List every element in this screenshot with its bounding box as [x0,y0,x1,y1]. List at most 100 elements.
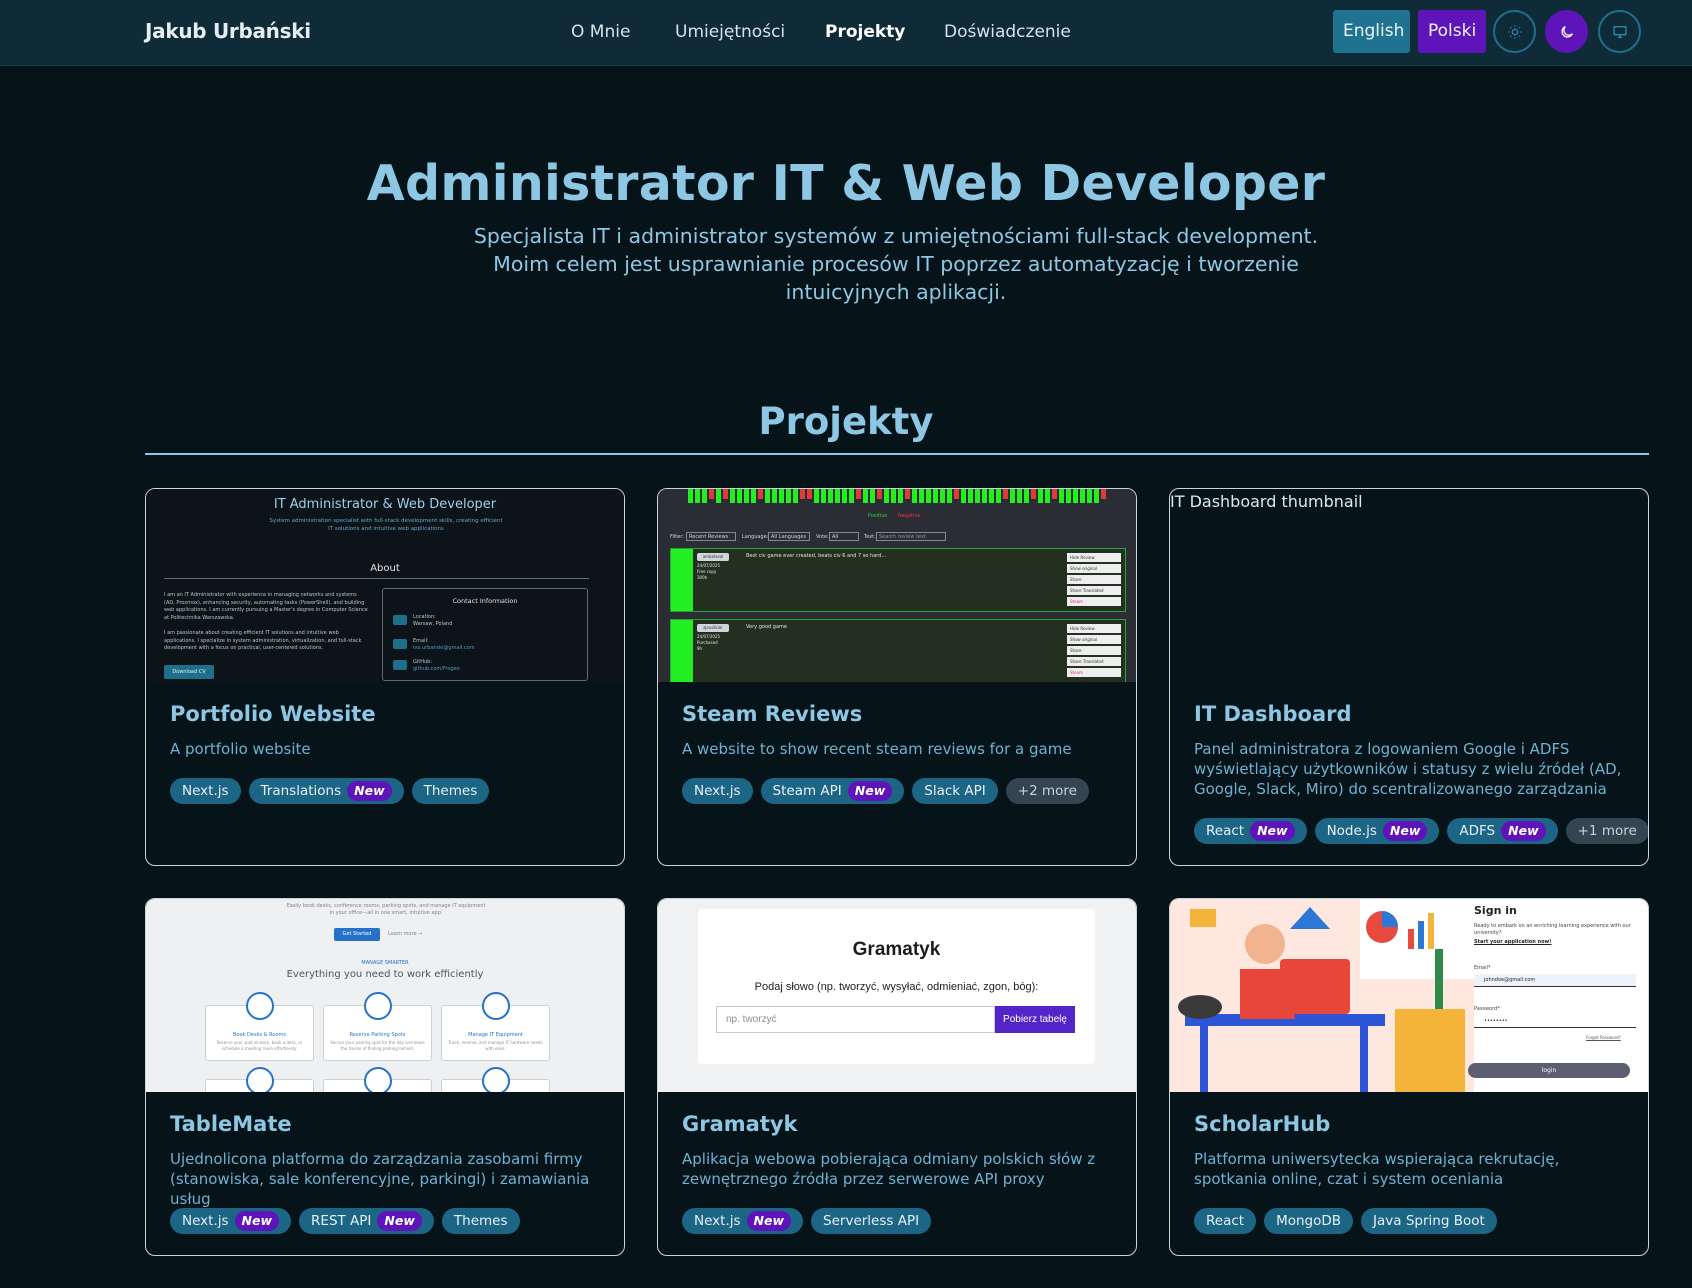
review-bar [1073,489,1078,503]
review-bar [968,489,973,503]
student-illustration [1170,899,1474,1092]
sun-icon [1507,24,1522,39]
tag-label: REST API [311,1213,372,1229]
thumb-heading: Everything you need to work efficiently [286,969,484,980]
project-title: IT Dashboard [1194,702,1352,726]
light-theme-button[interactable] [1493,10,1536,53]
thumb-about: About [370,563,400,574]
tag: Next.js [682,778,753,804]
signin-intro: Ready to embark on an enriching learning… [1474,923,1631,936]
project-card-tablemate[interactable]: Easily book desks, conference rooms, par… [145,898,625,1256]
tag: Serverless API [811,1208,932,1234]
show-original-button: Show original [1067,564,1121,573]
project-description: Panel administratora z logowaniem Google… [1194,740,1622,798]
new-badge: New [847,781,893,801]
review-date: 24/07/2025 [697,563,721,568]
brand-name[interactable]: Jakub Urbański [145,19,311,43]
text-search: Search review text [876,532,946,541]
tag-list: Next.js New Serverless API [682,1208,932,1234]
calendar-icon [246,1067,274,1092]
project-title: Steam Reviews [682,702,863,726]
review-actions: Hide Review Show original Share Share Tr… [1067,624,1121,677]
review-bar [926,489,931,503]
thumb-location: Warsaw, Poland [413,621,453,627]
review-bar [870,489,875,503]
signin-panel: Sign in Ready to embark on an enriching … [1468,899,1648,1092]
thumb-github: github.com/Frogeo [413,666,460,672]
nav-link-projekty[interactable]: Projekty [825,22,905,42]
review-bar [821,489,826,503]
review-bar [954,489,959,499]
project-description: A website to show recent steam reviews f… [682,740,1072,758]
tag: REST API New [299,1208,434,1234]
nav-link-doswiadczenie[interactable]: Doświadczenie [944,22,1071,42]
nav-link-o-mnie[interactable]: O Mnie [571,22,630,42]
hero-subtitle: Specjalista IT i administrator systemów … [473,224,1319,304]
project-card-gramatyk[interactable]: Gramatyk Podaj słowo (np. tworzyć, wysył… [657,898,1137,1256]
project-card-scholarhub[interactable]: Sign in Ready to embark on an enriching … [1169,898,1649,1256]
tag-label: Next.js [694,783,741,799]
review-bar [688,489,693,503]
review-bar [779,489,784,503]
review-bar [919,489,924,503]
review-bar [891,489,896,503]
thumb-divider [164,578,589,579]
dark-theme-button[interactable] [1545,10,1588,53]
review-bar [1052,489,1057,499]
mail-icon [393,639,407,649]
tag: MongoDB [1264,1208,1354,1234]
review-item: zjaxsilkier 24/07/2025 Purchased 9h Very… [670,619,1126,682]
email-label: Email* [1474,965,1491,971]
chair-icon [246,992,274,1020]
navbar: Jakub Urbański O Mnie Umiejętności Proje… [0,0,1692,66]
review-bar [702,489,707,503]
more-tags: +1 more [1565,818,1648,844]
new-badge: New [347,781,392,801]
tag: Themes [411,778,490,804]
start-application-link: Start your application now! [1474,939,1552,945]
english-button[interactable]: English [1333,10,1410,53]
tag-label: Themes [423,783,478,799]
review-bar [709,489,714,499]
new-badge: New [746,1211,792,1231]
review-bar [961,489,966,503]
review-bar [1066,489,1071,503]
legend-negative: Negative [898,513,921,519]
new-badge: New [1501,821,1546,841]
hide-review-button: Hide Review [1067,553,1121,562]
moon-icon [1560,25,1573,38]
project-title: Gramatyk [682,1112,798,1136]
review-bar [758,489,763,499]
tag: Themes [441,1208,520,1234]
section-divider [145,453,1649,455]
thumb-intro: Easily book desks, conference rooms, par… [286,903,486,916]
bell-icon [364,1067,392,1092]
tag: Next.js New [170,1208,292,1234]
polski-button[interactable]: Polski [1418,10,1486,53]
vote-label: Vote: [816,534,829,540]
share-translated-button: Share Translated [1067,657,1121,666]
project-thumbnail: IT Administrator & Web Developer System … [146,489,624,682]
system-theme-button[interactable] [1598,10,1641,53]
forgot-password-link: Forgot Password? [1586,1035,1621,1040]
review-bar [912,489,917,503]
tag-label: Next.js [182,1213,229,1229]
review-bar [716,489,721,503]
legend-positive: Positive [868,513,888,519]
review-bar [800,489,805,499]
location-icon [393,615,407,625]
feature-text: Track, reserve, and manage IT hardware n… [448,1040,543,1051]
thumb-panel: Gramatyk Podaj słowo (np. tworzyć, wysył… [698,909,1095,1064]
project-card-steam-reviews[interactable]: Positive Negative Filter: Recent Reviews… [657,488,1137,866]
project-card-it-dashboard[interactable]: IT Dashboard thumbnail IT Dashboard Pane… [1169,488,1649,866]
project-card-portfolio[interactable]: IT Administrator & Web Developer System … [145,488,625,866]
review-bar [828,489,833,503]
review-bar [1080,489,1085,503]
review-bar [1017,489,1022,503]
vote-select: All [829,532,859,541]
tag: Slack API [912,778,998,804]
nav-link-umiejetnosci[interactable]: Umiejętności [675,22,785,42]
show-original-button: Show original [1067,635,1121,644]
review-bar [933,489,938,503]
hide-review-button: Hide Review [1067,624,1121,633]
